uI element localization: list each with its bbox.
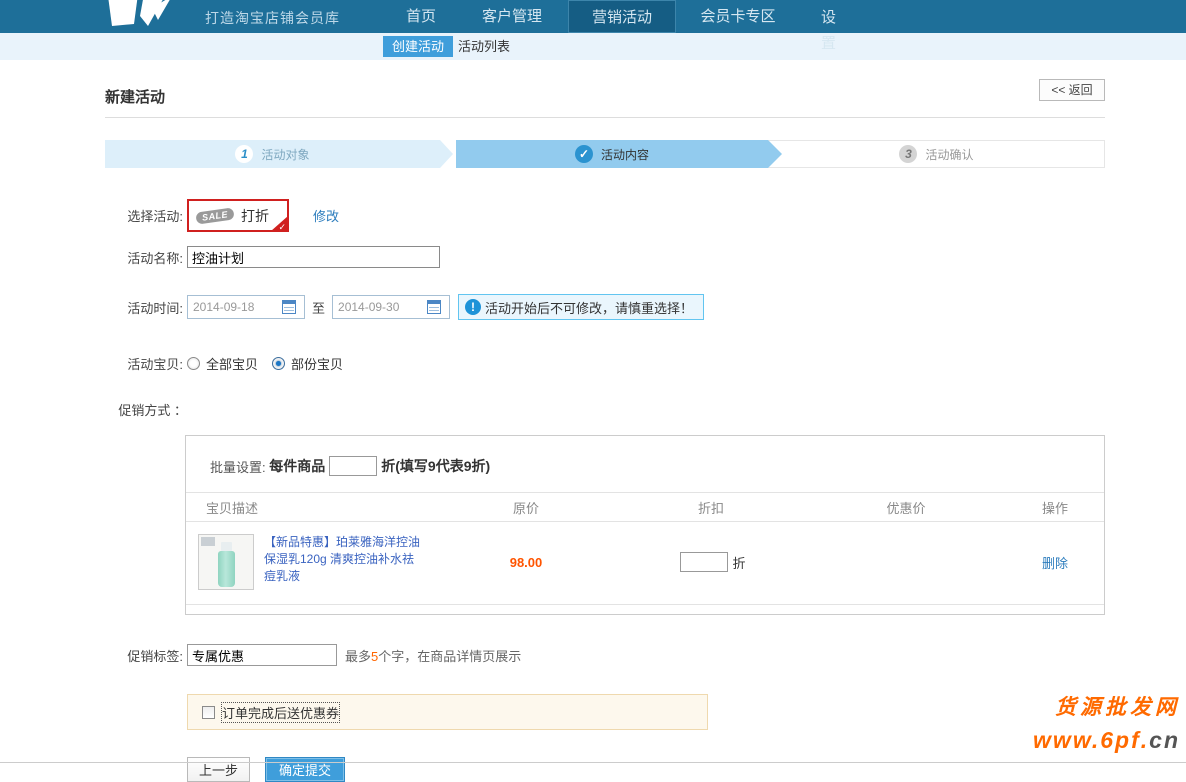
step-wizard: 1 活动对象 ✓ 活动内容 3 活动确认 [105, 140, 1105, 168]
title-divider [105, 117, 1105, 118]
batch-discount-input[interactable] [329, 456, 377, 476]
activity-time-row: 活动时间: 至 ! 活动开始后不可修改，请慎重选择！ [105, 294, 1105, 320]
step-activity-confirm: 3 活动确认 [768, 140, 1105, 168]
sub-navigation-bar: 创建活动 活动列表 [0, 33, 1186, 60]
delete-product-link[interactable]: 删除 [1042, 556, 1068, 571]
step-2-label: 活动内容 [601, 146, 649, 163]
nav-item-home[interactable]: 首页 [392, 0, 450, 33]
promo-tag-row: 促销标签: 最多5个字，在商品详情页展示 [105, 644, 1105, 666]
tab-create-activity[interactable]: 创建活动 [383, 36, 453, 57]
coupon-checkbox[interactable] [202, 706, 215, 719]
end-date-field[interactable] [332, 295, 450, 319]
step-1-number: 1 [235, 145, 253, 163]
batch-suffix: 折(填写9代表9折) [381, 456, 490, 476]
modify-link[interactable]: 修改 [313, 206, 339, 225]
activity-time-label: 活动时间: [105, 298, 183, 317]
tab-activity-list[interactable]: 活动列表 [449, 36, 519, 57]
activity-name-label: 活动名称: [105, 248, 183, 267]
step-1-label: 活动对象 [261, 146, 309, 163]
start-date-field[interactable] [187, 295, 305, 319]
logo [100, 0, 186, 34]
step-activity-content: ✓ 活动内容 [456, 140, 768, 168]
product-table-header: 宝贝描述 原价 折扣 优惠价 操作 [186, 492, 1104, 522]
date-range-to-label: 至 [312, 298, 325, 317]
activity-name-input[interactable] [187, 246, 440, 268]
create-activity-page: 新建活动 << 返回 1 活动对象 ✓ 活动内容 3 活动确认 选择活动: SA… [105, 60, 1105, 782]
step-separator [440, 140, 456, 168]
step-3-number: 3 [899, 145, 917, 163]
promo-tag-input[interactable] [187, 644, 337, 666]
bottom-divider [0, 762, 1186, 763]
warning-icon: ! [465, 299, 481, 315]
coupon-option-panel: 订单完成后送优惠券 [187, 694, 708, 730]
page-title: 新建活动 [105, 86, 1105, 107]
product-table-row: 【新品特惠】珀莱雅海洋控油保湿乳120g 清爽控油补水祛痘乳液 98.00 折 … [186, 522, 1104, 605]
batch-setting-line: 批量设置: 每件商品 折(填写9代表9折) [186, 436, 1104, 476]
promo-method-row: 促销方式 ： [105, 400, 1105, 419]
activity-items-row: 活动宝贝: 全部宝贝 部份宝贝 [105, 354, 1105, 373]
product-bottle-graphic [218, 551, 235, 587]
end-date-input[interactable] [333, 300, 425, 314]
radio-all-items-label[interactable]: 全部宝贝 [206, 354, 258, 373]
selected-activity-type[interactable]: SALE 打折 ✓ [187, 199, 289, 232]
time-warning-box: ! 活动开始后不可修改，请慎重选择！ [458, 294, 704, 320]
selected-corner-check-icon: ✓ [271, 216, 288, 231]
product-discount-input[interactable] [680, 552, 728, 572]
promo-tag-hint: 最多5个字，在商品详情页展示 [345, 646, 521, 665]
activity-items-label: 活动宝贝: [105, 354, 183, 373]
back-button[interactable]: << 返回 [1039, 79, 1105, 101]
col-header-discount: 折扣 [616, 498, 806, 517]
product-title-link[interactable]: 【新品特惠】珀莱雅海洋控油保湿乳120g 清爽控油补水祛痘乳液 [264, 534, 426, 585]
previous-step-button[interactable]: 上一步 [187, 757, 250, 782]
nav-item-settings[interactable]: 设置 [820, 5, 837, 57]
form-actions: 上一步 确定提交 [187, 757, 1105, 782]
time-warning-text: 活动开始后不可修改，请慎重选择！ [485, 298, 693, 317]
promo-tag-label: 促销标签: [105, 646, 183, 665]
activity-type-label: 选择活动: [105, 206, 183, 225]
activity-type-value: 打折 [241, 206, 269, 226]
nav-item-marketing-activities[interactable]: 营销活动 [568, 0, 676, 33]
coupon-checkbox-label[interactable]: 订单完成后送优惠券 [222, 703, 339, 722]
col-header-action: 操作 [1006, 498, 1104, 517]
promo-method-panel: 批量设置: 每件商品 折(填写9代表9折) 宝贝描述 原价 折扣 优惠价 操作 … [185, 435, 1105, 615]
submit-button[interactable]: 确定提交 [265, 757, 345, 782]
top-navigation-bar: 打造淘宝店铺会员库 首页 客户管理 营销活动 会员卡专区 设置 [0, 0, 1186, 33]
calendar-icon[interactable] [427, 300, 441, 314]
batch-prefix: 每件商品 [269, 456, 325, 476]
radio-all-items[interactable] [187, 357, 200, 370]
calendar-icon[interactable] [282, 300, 296, 314]
discount-unit-label: 折 [732, 553, 745, 572]
promo-method-label: 促销方式 ： [105, 400, 187, 419]
col-header-description: 宝贝描述 [186, 498, 436, 517]
nav-item-customer-management[interactable]: 客户管理 [472, 0, 552, 33]
col-header-promo-price: 优惠价 [806, 498, 1006, 517]
step-3-label: 活动确认 [925, 146, 973, 163]
app-title: 打造淘宝店铺会员库 [205, 8, 340, 28]
col-header-original-price: 原价 [436, 498, 616, 517]
radio-partial-items[interactable] [272, 357, 285, 370]
activity-name-row: 活动名称: [105, 246, 1105, 268]
sale-tag-icon: SALE [195, 207, 234, 224]
nav-item-member-card-zone[interactable]: 会员卡专区 [692, 0, 784, 33]
step-2-check-icon: ✓ [575, 145, 593, 163]
step-activity-target: 1 活动对象 [105, 140, 440, 168]
batch-setting-label: 批量设置: [210, 457, 266, 476]
start-date-input[interactable] [188, 300, 280, 314]
product-thumbnail [198, 534, 254, 590]
radio-partial-items-label[interactable]: 部份宝贝 [291, 354, 343, 373]
product-original-price: 98.00 [436, 555, 616, 570]
activity-type-row: 选择活动: SALE 打折 ✓ 修改 [105, 199, 1105, 232]
thumbnail-label-decoration [201, 537, 215, 546]
